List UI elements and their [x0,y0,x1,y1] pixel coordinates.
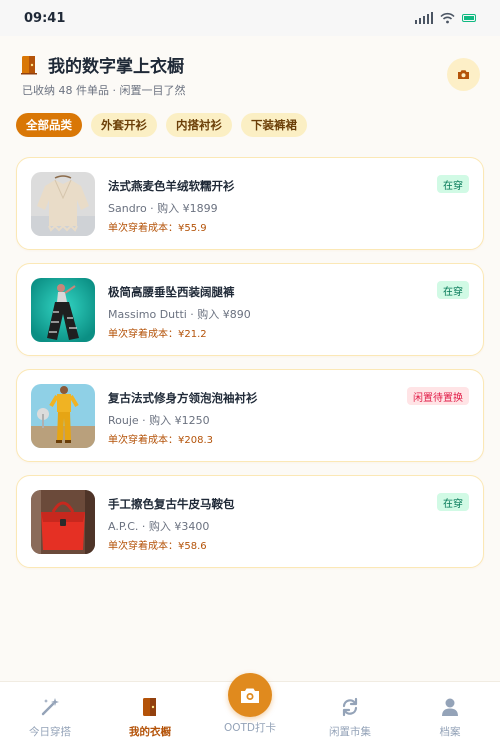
item-thumbnail [31,172,95,236]
filter-chip-all[interactable]: 全部品类 [16,113,82,137]
item-brand-price: Massimo Dutti · 购入 ¥890 [108,308,251,321]
refresh-icon [342,697,358,717]
magic-wand-icon [41,698,59,716]
tab-profile[interactable]: 档案 [400,682,500,745]
ootd-camera-button[interactable] [228,673,272,717]
filter-chip-bottoms[interactable]: 下装裤裙 [241,113,307,137]
page-subtitle: 已收纳 48 件单品 · 闲置一目了然 [22,84,186,97]
wardrobe-item-card[interactable]: 复古法式修身方领泡泡袖衬衫 Rouje · 购入 ¥1250 单次穿着成本：¥2… [16,369,484,462]
status-bar: 09:41 [0,0,500,36]
category-filter: 全部品类 外套开衫 内搭衬衫 下装裤裙 [16,113,307,137]
item-cost-per-wear: 单次穿着成本：¥21.2 [108,329,207,340]
wardrobe-item-card[interactable]: 法式燕麦色羊绒软糯开衫 Sandro · 购入 ¥1899 单次穿着成本：¥55… [16,157,484,250]
battery-icon [462,14,476,22]
tab-label: 今日穿搭 [29,726,71,738]
item-name: 法式燕麦色羊绒软糯开衫 [108,179,235,193]
wardrobe-icon [21,55,37,74]
tab-label: 闲置市集 [329,726,371,738]
tab-my-wardrobe[interactable]: 我的衣橱 [100,682,200,745]
tab-label: 我的衣橱 [129,726,171,738]
item-name: 手工擦色复古牛皮马鞍包 [108,497,235,511]
item-thumbnail [31,384,95,448]
item-brand-price: Rouje · 购入 ¥1250 [108,414,210,427]
user-icon [442,698,458,716]
filter-chip-shirts[interactable]: 内搭衬衫 [166,113,232,137]
status-badge: 闲置待置换 [407,387,469,405]
tab-label: 档案 [439,726,461,738]
item-thumbnail [31,490,95,554]
status-badge: 在穿 [437,281,469,299]
page-header: 我的数字掌上衣橱 已收纳 48 件单品 · 闲置一目了然 [20,52,480,100]
item-thumbnail [31,278,95,342]
camera-icon [458,70,469,79]
add-item-camera-button[interactable] [447,58,480,91]
filter-chip-outerwear[interactable]: 外套开衫 [91,113,157,137]
status-icons [415,12,476,24]
item-name: 极简高腰垂坠西装阔腿裤 [108,285,235,299]
wardrobe-item-list: 法式燕麦色羊绒软糯开衫 Sandro · 购入 ¥1899 单次穿着成本：¥55… [16,157,484,581]
item-cost-per-wear: 单次穿着成本：¥208.3 [108,435,213,446]
tab-today-outfit[interactable]: 今日穿搭 [0,682,100,745]
status-time: 09:41 [24,10,66,26]
status-badge: 在穿 [437,493,469,511]
wardrobe-icon [143,698,156,716]
item-cost-per-wear: 单次穿着成本：¥58.6 [108,541,207,552]
tab-idle-market[interactable]: 闲置市集 [300,682,400,745]
item-cost-per-wear: 单次穿着成本：¥55.9 [108,223,207,234]
camera-icon [241,688,259,703]
item-brand-price: A.P.C. · 购入 ¥3400 [108,520,210,533]
page-title: 我的数字掌上衣橱 [48,57,184,77]
wifi-icon [440,12,455,24]
wardrobe-item-card[interactable]: 手工擦色复古牛皮马鞍包 A.P.C. · 购入 ¥3400 单次穿着成本：¥58… [16,475,484,568]
item-brand-price: Sandro · 购入 ¥1899 [108,202,218,215]
wardrobe-item-card[interactable]: 极简高腰垂坠西装阔腿裤 Massimo Dutti · 购入 ¥890 单次穿着… [16,263,484,356]
ootd-tab-label: OOTD打卡 [223,722,277,734]
item-name: 复古法式修身方领泡泡袖衬衫 [108,391,258,405]
signal-icon [415,12,433,24]
status-badge: 在穿 [437,175,469,193]
